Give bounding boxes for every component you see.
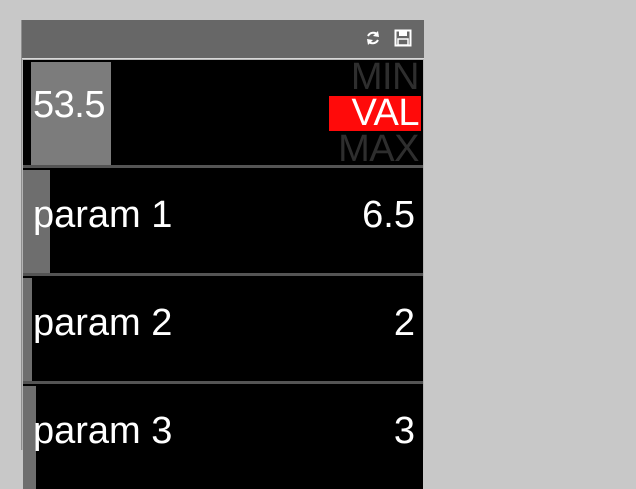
- mode-max-button[interactable]: MAX: [329, 130, 421, 168]
- save-icon[interactable]: [394, 29, 412, 47]
- param-2-label: param 2: [33, 302, 173, 344]
- main-value-slider[interactable]: 53.5 MIN VAL MAX: [23, 58, 423, 168]
- refresh-icon[interactable]: [364, 29, 382, 47]
- param-row-3[interactable]: param 3 3: [23, 384, 423, 489]
- param-2-slider-fill: [23, 278, 32, 381]
- param-3-label: param 3: [33, 410, 173, 452]
- param-1-label: param 1: [33, 194, 173, 236]
- mode-min-button[interactable]: MIN: [329, 58, 421, 96]
- param-row-2[interactable]: param 2 2: [23, 276, 423, 381]
- param-row-1[interactable]: param 1 6.5: [23, 168, 423, 273]
- param-3-value: 3: [393, 410, 415, 452]
- param-2-value: 2: [393, 302, 415, 344]
- param-1-value: 6.5: [362, 194, 415, 236]
- parameter-panel: 53.5 MIN VAL MAX param 1 6.5 param 2 2 p…: [21, 20, 424, 489]
- main-value-readout: 53.5: [33, 84, 105, 126]
- panel-titlebar: [22, 20, 424, 59]
- mode-val-button[interactable]: VAL: [329, 94, 421, 132]
